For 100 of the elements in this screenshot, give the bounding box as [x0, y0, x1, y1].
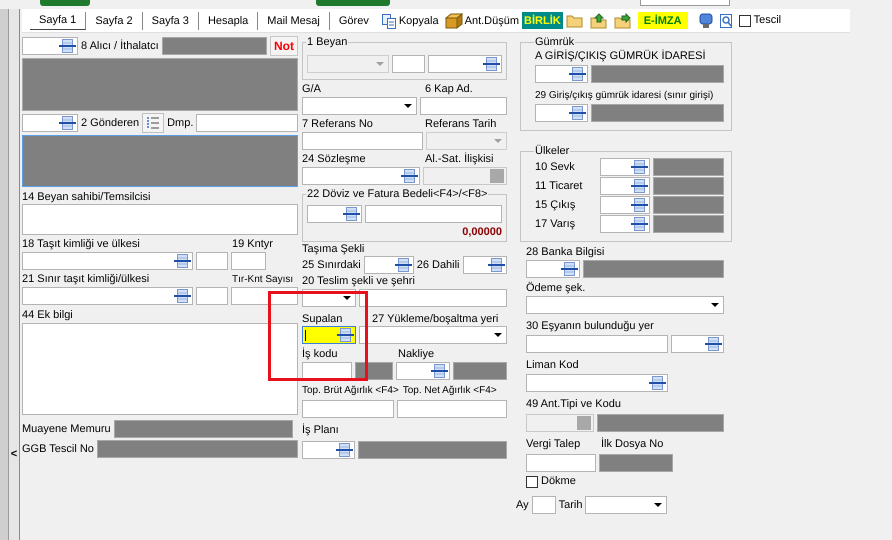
lookup-field[interactable]	[600, 177, 650, 195]
e-imza-button[interactable]: E-İMZA	[638, 12, 688, 29]
copy-button[interactable]: Kopyala	[378, 10, 442, 30]
text-field[interactable]	[392, 55, 425, 73]
lookup-field[interactable]	[22, 37, 78, 55]
lookup-field[interactable]	[307, 205, 362, 223]
lookup-button[interactable]	[568, 66, 587, 82]
lookup-field[interactable]	[302, 167, 420, 185]
lookup-button[interactable]	[173, 288, 192, 304]
tab[interactable]: Mail Mesaj	[258, 12, 330, 30]
text-field[interactable]	[231, 252, 266, 270]
caret-icon	[404, 104, 412, 108]
lookup-button[interactable]	[630, 216, 649, 232]
monitor-icon	[698, 12, 713, 28]
field-label: Tır-Knt Sayısı	[232, 273, 294, 286]
checkbox[interactable]	[738, 14, 751, 26]
field-label: 27 Yükleme/boşaltma yeri	[372, 313, 498, 326]
dropdown-field[interactable]	[359, 326, 507, 344]
folder-arrow-icon	[614, 12, 632, 28]
tab[interactable]: Hesapla	[198, 12, 258, 30]
tab[interactable]: Görev	[330, 12, 378, 30]
lookup-button[interactable]	[704, 336, 723, 352]
collapse-glyph[interactable]: <	[10, 448, 18, 460]
text-field[interactable]	[420, 97, 507, 115]
text-field[interactable]	[526, 454, 596, 472]
checkbox[interactable]	[526, 476, 538, 488]
dropdown-field[interactable]	[302, 97, 417, 115]
dropdown-field[interactable]	[585, 496, 668, 514]
lookup-button[interactable]	[336, 327, 355, 343]
text-field[interactable]	[532, 496, 556, 514]
text-field[interactable]	[196, 114, 298, 132]
table-icon	[631, 217, 648, 231]
table-icon	[569, 106, 586, 120]
table-icon	[337, 328, 354, 342]
text-field[interactable]	[302, 400, 394, 418]
note-button[interactable]: Not	[270, 36, 298, 56]
lookup-button[interactable]	[482, 56, 501, 72]
text-field[interactable]	[397, 400, 507, 418]
lookup-field[interactable]	[600, 215, 650, 233]
lookup-field[interactable]	[22, 287, 193, 305]
lookup-field[interactable]	[22, 114, 78, 132]
birlik-button[interactable]: BİRLİK	[522, 12, 563, 29]
dropdown-field[interactable]	[526, 296, 724, 314]
field-label: Top. Brüt Ağırlık <F4>	[302, 384, 399, 397]
lookup-button[interactable]	[568, 105, 587, 121]
lookup-button[interactable]	[400, 168, 419, 184]
lookup-button[interactable]	[58, 38, 77, 54]
lookup-button[interactable]	[630, 197, 649, 213]
lookup-field[interactable]	[302, 326, 356, 344]
lookup-button[interactable]	[630, 159, 649, 175]
field-label: GGB Tescil No	[22, 442, 94, 456]
tab[interactable]: Sayfa 2	[86, 12, 143, 30]
text-field[interactable]	[365, 205, 502, 223]
lookup-field[interactable]	[535, 65, 588, 83]
field-label: 15 Çıkış	[535, 198, 576, 212]
lookup-field[interactable]	[302, 441, 355, 459]
field-label: 7 Referans No	[302, 118, 374, 131]
table-icon	[174, 289, 191, 303]
lookup-field[interactable]	[428, 55, 502, 73]
tab[interactable]: Sayfa 1	[30, 12, 86, 30]
lookup-field[interactable]	[396, 362, 450, 380]
text-field[interactable]	[196, 287, 228, 305]
lookup-button[interactable]	[648, 375, 667, 391]
list-button[interactable]	[142, 113, 164, 133]
lookup-field[interactable]	[535, 104, 588, 122]
text-cursor	[305, 330, 306, 341]
lookup-button[interactable]	[430, 363, 449, 379]
lookup-button[interactable]	[342, 206, 361, 222]
lookup-field[interactable]	[526, 374, 668, 392]
lookup-field[interactable]	[364, 256, 414, 274]
field-label: 20 Teslim şekli ve şehri	[302, 275, 415, 288]
field-label: A GİRİŞ/ÇIKIŞ GÜMRÜK İDARESİ	[535, 50, 706, 63]
tab[interactable]: Sayfa 3	[142, 12, 199, 30]
lookup-button[interactable]	[394, 257, 413, 273]
lookup-button[interactable]	[335, 442, 354, 458]
text-field[interactable]	[196, 252, 228, 270]
lookup-button[interactable]	[487, 257, 506, 273]
lookup-field[interactable]	[462, 256, 507, 274]
lookup-field[interactable]	[22, 252, 193, 270]
lookup-button[interactable]	[560, 261, 579, 277]
field-label: İş Planı	[302, 424, 339, 437]
text-field[interactable]	[359, 289, 507, 307]
text-field[interactable]	[526, 335, 668, 353]
lookup-field[interactable]	[671, 335, 724, 353]
table-icon	[631, 198, 648, 212]
text-field[interactable]	[302, 132, 423, 150]
readonly-field	[653, 215, 724, 233]
text-field[interactable]	[231, 287, 298, 305]
lookup-button[interactable]	[58, 115, 77, 131]
lookup-field[interactable]	[600, 158, 650, 176]
lookup-field[interactable]	[526, 260, 580, 278]
field-label: 14 Beyan sahibi/Temsilcisi	[22, 191, 150, 204]
field-label: 30 Eşyanın bulunduğu yer	[526, 320, 654, 333]
table-icon	[649, 376, 666, 390]
ant-button[interactable]: Ant.Düşüm	[442, 10, 522, 30]
list-icon	[146, 116, 160, 130]
lookup-button[interactable]	[630, 178, 649, 194]
lookup-field[interactable]	[600, 196, 650, 214]
table-icon	[561, 262, 578, 276]
lookup-button[interactable]	[173, 253, 192, 269]
